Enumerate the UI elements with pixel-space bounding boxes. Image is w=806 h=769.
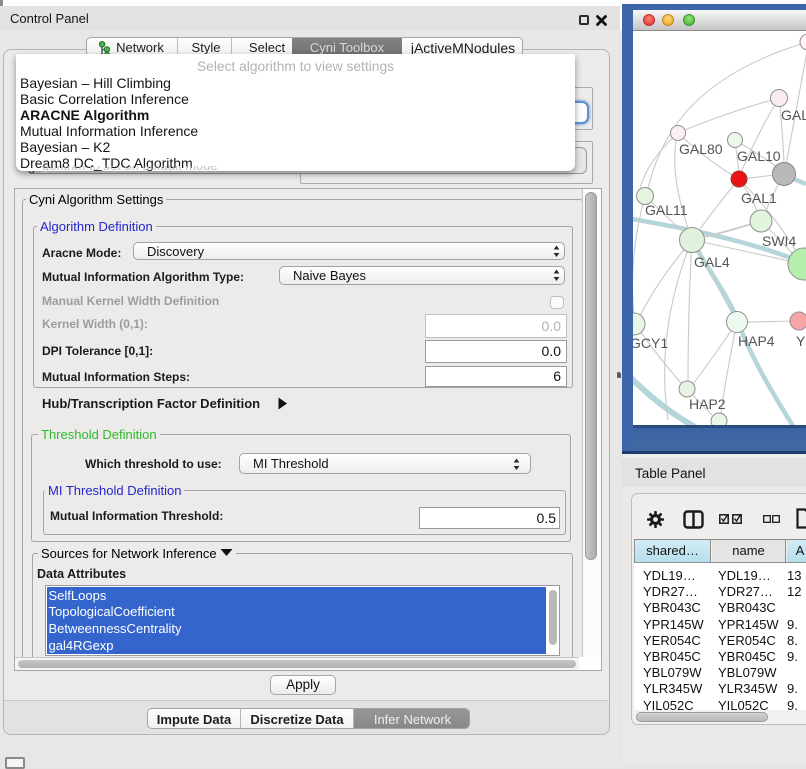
svg-text:GAL4: GAL4 (694, 254, 730, 270)
svg-text:GAL8: GAL8 (781, 107, 806, 123)
svg-text:GCY1: GCY1 (633, 335, 668, 351)
svg-text:HAP4: HAP4 (738, 333, 775, 349)
svg-text:HAP2: HAP2 (689, 396, 726, 412)
svg-text:GAL10: GAL10 (737, 148, 781, 164)
svg-text:SWI4: SWI4 (762, 233, 796, 249)
svg-text:GAL80: GAL80 (679, 141, 723, 157)
svg-text:Y: Y (796, 333, 806, 349)
svg-text:GAL11: GAL11 (645, 202, 688, 218)
svg-text:GAL1: GAL1 (741, 190, 777, 206)
